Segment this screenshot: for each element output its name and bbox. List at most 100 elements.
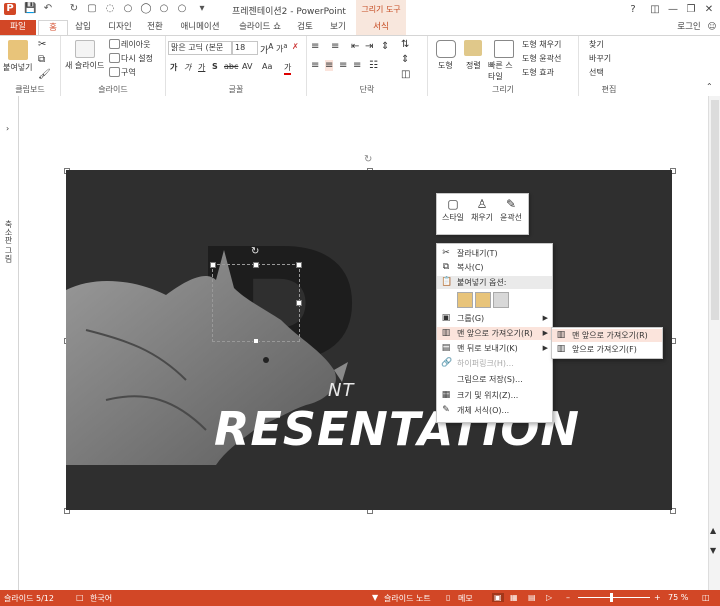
- clear-format-icon[interactable]: ✗: [292, 42, 299, 51]
- shape-rotate-handle-icon[interactable]: ↻: [251, 246, 259, 257]
- expand-thumbnail-icon[interactable]: ›: [6, 124, 9, 133]
- shape-tool-icon[interactable]: ○: [176, 3, 188, 15]
- line-spacing-icon[interactable]: ⇕: [381, 41, 389, 52]
- grow-font-icon[interactable]: 가A: [260, 42, 273, 56]
- change-case-button[interactable]: Aa: [262, 62, 272, 71]
- shape-tool-icon[interactable]: ◯: [140, 3, 152, 15]
- tab-file[interactable]: 파일: [0, 20, 36, 35]
- quick-styles-button[interactable]: 빠른 스타일: [488, 60, 518, 82]
- minimize-button[interactable]: —: [664, 2, 682, 17]
- smartart-icon[interactable]: ◫: [401, 69, 410, 80]
- rotate-handle-icon[interactable]: ↻: [364, 154, 372, 165]
- shape-resize-handle[interactable]: [253, 338, 259, 344]
- section-button[interactable]: 구역: [121, 67, 136, 78]
- bullets-icon[interactable]: ≡: [311, 41, 319, 52]
- zoom-out-icon[interactable]: –: [566, 593, 570, 602]
- collapse-ribbon-icon[interactable]: ⌃: [706, 82, 713, 91]
- zoom-slider[interactable]: [578, 597, 650, 598]
- thumbnail-pane-label[interactable]: 축소판 그림: [4, 220, 14, 263]
- shape-resize-handle[interactable]: [253, 262, 259, 268]
- paste-keep-source-icon[interactable]: [475, 292, 491, 308]
- underline-button[interactable]: 가: [198, 62, 205, 73]
- menu-item-send-to-back[interactable]: ▤ 맨 뒤로 보내기(K) ▶: [437, 342, 552, 355]
- italic-button[interactable]: 가: [184, 62, 191, 73]
- menu-item-format-object[interactable]: ✎ 개체 서식(O)...: [437, 404, 552, 417]
- new-slide-button[interactable]: 새 슬라이드: [65, 60, 104, 71]
- tab-insert[interactable]: 삽입: [66, 20, 100, 35]
- zoom-in-icon[interactable]: +: [654, 593, 661, 602]
- menu-item-cut[interactable]: ✂ 잘라내기(T): [437, 247, 552, 260]
- tab-slideshow[interactable]: 슬라이드 쇼: [232, 20, 288, 35]
- strikethrough-button[interactable]: abc: [224, 62, 238, 71]
- reading-view-icon[interactable]: ▤: [528, 593, 536, 602]
- shape-fill-button[interactable]: 도형 채우기: [522, 39, 561, 50]
- mini-outline-button[interactable]: ✎ 윤곽선: [497, 196, 525, 232]
- align-text-icon[interactable]: ⇕: [401, 54, 409, 65]
- shapes-icon[interactable]: [436, 40, 456, 58]
- shape-effects-button[interactable]: 도형 효과: [522, 67, 554, 78]
- fit-slide-icon[interactable]: ◫: [702, 593, 710, 602]
- menu-item-bring-to-front-sub[interactable]: ▥ 맨 앞으로 가져오기(R): [552, 329, 662, 342]
- font-name-combo[interactable]: 맑은 고딕 (본문: [168, 41, 232, 55]
- font-color-button[interactable]: 가: [284, 62, 292, 75]
- shadow-button[interactable]: S: [212, 62, 218, 71]
- layout-button[interactable]: 레이아웃: [121, 39, 150, 50]
- slideshow-icon[interactable]: ▷: [546, 593, 552, 602]
- paste-use-destination-icon[interactable]: [457, 292, 473, 308]
- menu-item-bring-to-front[interactable]: ▥ 맨 앞으로 가져오기(R) ▶: [437, 327, 552, 340]
- format-painter-icon[interactable]: 🖌: [38, 69, 52, 83]
- sign-in-link[interactable]: 로그인: [672, 20, 706, 35]
- comments-button[interactable]: 메모: [458, 593, 473, 604]
- slide-sorter-icon[interactable]: ▦: [510, 593, 518, 602]
- reset-button[interactable]: 다시 설정: [121, 53, 153, 64]
- shape-resize-handle[interactable]: [210, 262, 216, 268]
- tab-view[interactable]: 보기: [324, 20, 352, 35]
- user-avatar-icon[interactable]: ☺: [706, 20, 718, 35]
- menu-item-size-position[interactable]: ▦ 크기 및 위치(Z)...: [437, 389, 552, 402]
- justify-icon[interactable]: ≡: [353, 60, 361, 71]
- customize-toolbar-icon[interactable]: ▾: [196, 3, 208, 15]
- shape-resize-handle[interactable]: [296, 300, 302, 306]
- copy-icon[interactable]: ⧉: [38, 54, 52, 68]
- mini-style-button[interactable]: ▢ 스타일: [439, 196, 467, 232]
- language-indicator[interactable]: 한국어: [90, 593, 112, 604]
- text-direction-icon[interactable]: ⇅: [401, 39, 409, 50]
- shape-resize-handle[interactable]: [296, 262, 302, 268]
- next-slide-icon[interactable]: ▼: [710, 546, 716, 555]
- ribbon-display-button[interactable]: ◫: [646, 2, 664, 17]
- zoom-level[interactable]: 75 %: [668, 593, 688, 602]
- mini-fill-button[interactable]: ♙ 채우기: [468, 196, 496, 232]
- scrollbar-thumb[interactable]: [711, 100, 719, 320]
- tab-animations[interactable]: 애니메이션: [172, 20, 228, 35]
- help-button[interactable]: ?: [624, 2, 642, 17]
- increase-indent-icon[interactable]: ⇥: [365, 41, 373, 52]
- decrease-indent-icon[interactable]: ⇤: [351, 41, 359, 52]
- menu-item-bring-forward[interactable]: ▥ 앞으로 가져오기(F): [552, 343, 662, 356]
- align-center-icon[interactable]: ≡: [325, 60, 334, 71]
- paste-button[interactable]: 붙여넣기: [3, 62, 32, 73]
- replace-button[interactable]: 바꾸기: [589, 53, 611, 64]
- maximize-button[interactable]: ❐: [682, 2, 700, 17]
- shrink-font-icon[interactable]: 가a: [276, 42, 287, 55]
- find-button[interactable]: 찾기: [589, 39, 604, 50]
- slide-subtitle-text[interactable]: NT: [328, 380, 354, 401]
- menu-item-save-as-picture[interactable]: 그림으로 저장(S)...: [437, 373, 552, 386]
- undo-icon[interactable]: ↶: [42, 3, 54, 15]
- paste-picture-icon[interactable]: [493, 292, 509, 308]
- tab-transitions[interactable]: 전환: [140, 20, 170, 35]
- tab-home[interactable]: 홈: [38, 20, 68, 36]
- char-spacing-button[interactable]: AV: [242, 62, 252, 71]
- notes-button[interactable]: 슬라이드 노트: [384, 593, 431, 604]
- save-icon[interactable]: 💾: [24, 3, 36, 15]
- shape-tool-icon[interactable]: ◌: [104, 3, 116, 15]
- shape-selection-box[interactable]: [212, 264, 300, 342]
- vertical-scrollbar[interactable]: ▲ ▼: [708, 96, 720, 590]
- tab-review[interactable]: 검토: [292, 20, 318, 35]
- align-left-icon[interactable]: ≡: [311, 60, 319, 71]
- cut-icon[interactable]: ✂: [38, 39, 52, 53]
- numbering-icon[interactable]: ≡: [331, 41, 339, 52]
- redo-icon[interactable]: ↻: [68, 3, 80, 15]
- menu-item-copy[interactable]: ⧉ 복사(C): [437, 261, 552, 274]
- zoom-slider-thumb[interactable]: [610, 593, 613, 602]
- tab-format[interactable]: 서식: [356, 20, 406, 35]
